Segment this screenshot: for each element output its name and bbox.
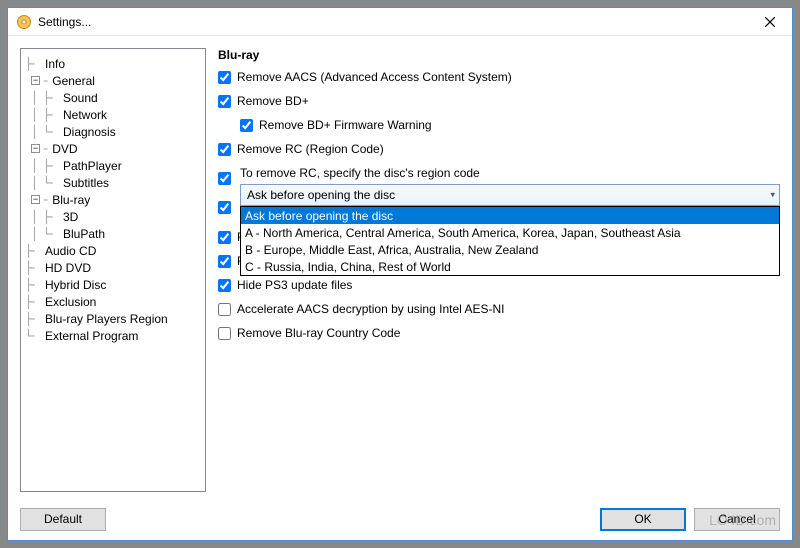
checkbox-label: Remove BD+ Firmware Warning <box>259 118 432 132</box>
tree-item-exclusion[interactable]: ├╴Exclusion <box>25 293 201 310</box>
tree-item-label: Blu-ray <box>50 193 92 207</box>
checkbox-input[interactable] <box>218 172 231 185</box>
checkbox-input[interactable] <box>218 143 231 156</box>
checkbox-label: Remove Blu-ray Country Code <box>237 326 400 340</box>
dropdown-option[interactable]: C - Russia, India, China, Rest of World <box>241 258 779 275</box>
window-title: Settings... <box>38 15 750 29</box>
tree-item-label: 3D <box>61 210 80 224</box>
tree-item-info[interactable]: ├╴Info <box>25 55 201 72</box>
tree-item-audio-cd[interactable]: ├╴Audio CD <box>25 242 201 259</box>
button-bar: Default OK Cancel <box>8 498 792 540</box>
tree-item-label: External Program <box>43 329 140 343</box>
checkbox-input[interactable] <box>218 303 231 316</box>
ok-button[interactable]: OK <box>600 508 686 531</box>
tree-item-blupath[interactable]: │└╴BluPath <box>25 225 201 242</box>
tree-item-sound[interactable]: │├╴Sound <box>25 89 201 106</box>
checkbox-input[interactable] <box>218 201 231 214</box>
checkbox-input[interactable] <box>218 71 231 84</box>
settings-panel: Blu-ray Remove AACS (Advanced Access Con… <box>218 48 780 492</box>
checkbox-remove-aacs[interactable]: Remove AACS (Advanced Access Content Sys… <box>218 70 780 84</box>
checkbox-remove-bdplus[interactable]: Remove BD+ <box>218 94 780 108</box>
close-icon <box>765 17 775 27</box>
app-icon <box>16 14 32 30</box>
content-area: ├╴Info−╴General│├╴Sound│├╴Network│└╴Diag… <box>8 36 792 498</box>
checkbox-label: Remove AACS (Advanced Access Content Sys… <box>237 70 512 84</box>
tree-item-blu-ray-players-region[interactable]: ├╴Blu-ray Players Region <box>25 310 201 327</box>
tree-item-dvd[interactable]: −╴DVD <box>25 140 201 157</box>
tree-item-3d[interactable]: │├╴3D <box>25 208 201 225</box>
checkbox-input[interactable] <box>218 279 231 292</box>
settings-window: Settings... ├╴Info−╴General│├╴Sound│├╴Ne… <box>7 7 793 541</box>
checkbox-aes-ni[interactable]: Accelerate AACS decryption by using Inte… <box>218 302 780 316</box>
tree-collapse-icon[interactable]: − <box>31 76 40 85</box>
nav-tree: ├╴Info−╴General│├╴Sound│├╴Network│└╴Diag… <box>20 48 206 492</box>
region-dropdown-container: Ask before opening the disc ▾ Ask before… <box>240 184 780 206</box>
tree-item-subtitles[interactable]: │└╴Subtitles <box>25 174 201 191</box>
tree-item-label: DVD <box>50 142 79 156</box>
dropdown-option[interactable]: B - Europe, Middle East, Africa, Austral… <box>241 241 779 258</box>
tree-item-label: Audio CD <box>43 244 98 258</box>
tree-item-label: Diagnosis <box>61 125 118 139</box>
region-dropdown-list: Ask before opening the discA - North Ame… <box>240 206 780 276</box>
checkbox-label: Remove BD+ <box>237 94 309 108</box>
cancel-button[interactable]: Cancel <box>694 508 780 531</box>
tree-item-label: BluPath <box>61 227 107 241</box>
tree-item-label: Info <box>43 57 67 71</box>
checkbox-hide-ps3[interactable]: Hide PS3 update files <box>218 278 780 292</box>
region-dropdown[interactable]: Ask before opening the disc ▾ <box>240 184 780 206</box>
tree-item-network[interactable]: │├╴Network <box>25 106 201 123</box>
tree-item-label: HD DVD <box>43 261 93 275</box>
tree-item-hybrid-disc[interactable]: ├╴Hybrid Disc <box>25 276 201 293</box>
tree-item-label: General <box>50 74 97 88</box>
tree-item-pathplayer[interactable]: │├╴PathPlayer <box>25 157 201 174</box>
default-button[interactable]: Default <box>20 508 106 531</box>
tree-item-label: Hybrid Disc <box>43 278 108 292</box>
close-button[interactable] <box>750 9 790 35</box>
checkbox-input[interactable] <box>240 119 253 132</box>
section-title: Blu-ray <box>218 48 780 62</box>
titlebar: Settings... <box>8 8 792 36</box>
tree-item-hd-dvd[interactable]: ├╴HD DVD <box>25 259 201 276</box>
checkbox-input[interactable] <box>218 255 231 268</box>
dropdown-option[interactable]: Ask before opening the disc <box>241 207 779 224</box>
checkbox-remove-rc[interactable]: Remove RC (Region Code) <box>218 142 780 156</box>
tree-item-label: Sound <box>61 91 100 105</box>
checkbox-country-code[interactable]: Remove Blu-ray Country Code <box>218 326 780 340</box>
tree-collapse-icon[interactable]: − <box>31 144 40 153</box>
checkbox-bdplus-firmware[interactable]: Remove BD+ Firmware Warning <box>218 118 780 132</box>
tree-item-label: PathPlayer <box>61 159 124 173</box>
tree-item-blu-ray[interactable]: −╴Blu-ray <box>25 191 201 208</box>
tree-item-general[interactable]: −╴General <box>25 72 201 89</box>
checkbox-input[interactable] <box>218 327 231 340</box>
tree-item-diagnosis[interactable]: │└╴Diagnosis <box>25 123 201 140</box>
tree-item-external-program[interactable]: └╴External Program <box>25 327 201 344</box>
tree-item-label: Blu-ray Players Region <box>43 312 170 326</box>
tree-item-label: Network <box>61 108 109 122</box>
tree-item-label: Subtitles <box>61 176 111 190</box>
checkbox-label: Remove RC (Region Code) <box>237 142 384 156</box>
checkbox-input[interactable] <box>218 95 231 108</box>
checkbox-label: Hide PS3 update files <box>237 278 352 292</box>
tree-collapse-icon[interactable]: − <box>31 195 40 204</box>
checkbox-label: Accelerate AACS decryption by using Inte… <box>237 302 504 316</box>
tree-item-label: Exclusion <box>43 295 98 309</box>
chevron-down-icon: ▾ <box>770 190 775 201</box>
checkbox-input[interactable] <box>218 231 231 244</box>
dropdown-selected: Ask before opening the disc <box>247 188 395 202</box>
dropdown-option[interactable]: A - North America, Central America, Sout… <box>241 224 779 241</box>
